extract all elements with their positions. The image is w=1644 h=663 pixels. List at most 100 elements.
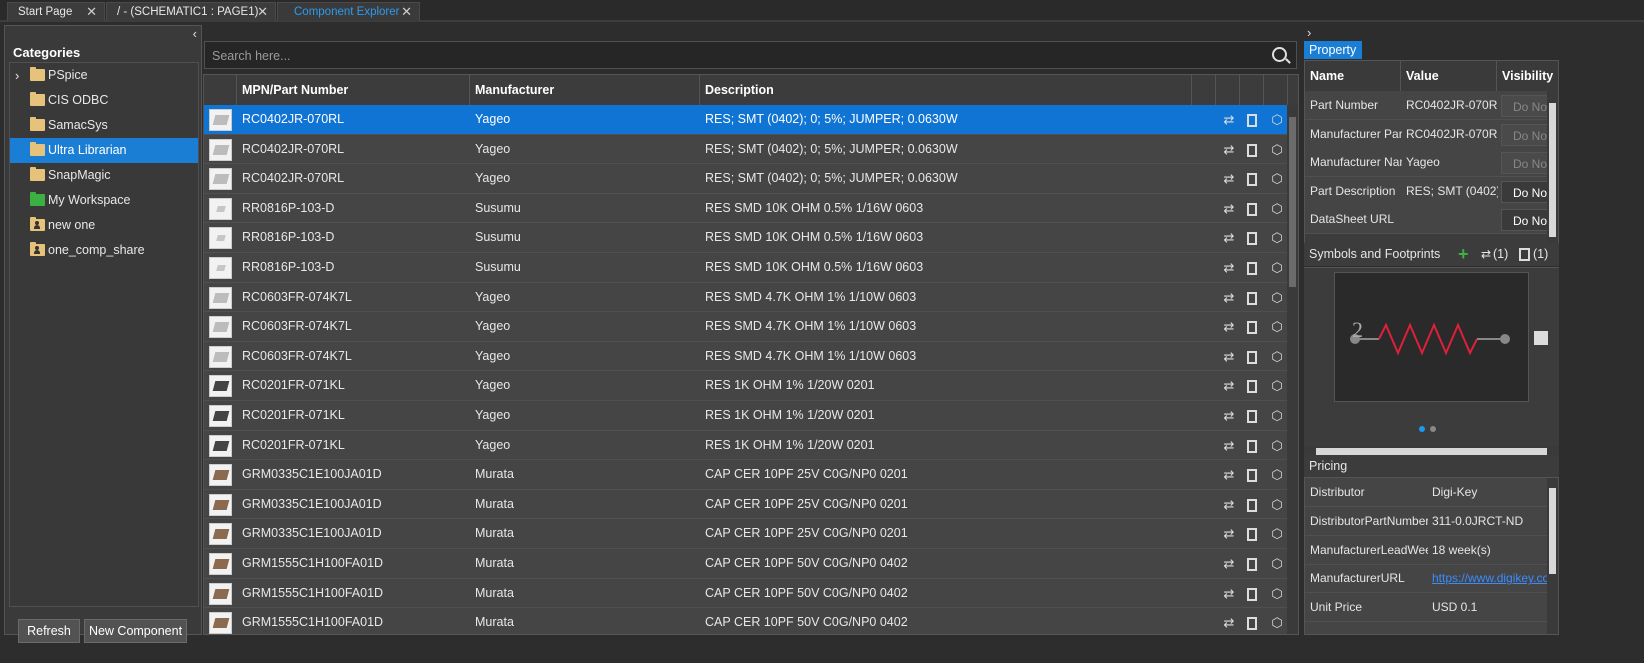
symbol-icon[interactable]: ⇄: [1222, 616, 1236, 630]
category-cis-odbc[interactable]: CIS ODBC: [10, 88, 198, 113]
3d-model-icon[interactable]: ⬡: [1270, 586, 1284, 601]
footprint-icon[interactable]: [1247, 380, 1257, 394]
manufacturer-url-link[interactable]: https://www.digikey.com: [1432, 564, 1547, 593]
property-value[interactable]: RC0402JR-070RL: [1406, 120, 1498, 149]
category-my-workspace[interactable]: My Workspace: [10, 188, 198, 213]
symbol-icon[interactable]: ⇄: [1222, 349, 1236, 364]
footprint-icon[interactable]: [1247, 291, 1257, 305]
symbol-icon[interactable]: ⇄: [1481, 243, 1491, 266]
footprint-icon[interactable]: [1247, 143, 1257, 157]
table-row[interactable]: RC0402JR-070RL Yageo RES; SMT (0402); 0; 5…: [204, 164, 1288, 194]
3d-model-icon[interactable]: ⬡: [1270, 142, 1284, 157]
symbol-icon[interactable]: ⇄: [1222, 290, 1236, 305]
3d-model-icon[interactable]: ⬡: [1270, 231, 1284, 245]
table-row[interactable]: RC0201FR-071KL Yageo RES 1K OHM 1% 1/20W 0…: [204, 430, 1288, 461]
property-row[interactable]: Manufacturer NameYageoDo Not Display: [1305, 148, 1558, 177]
table-row[interactable]: GRM1555C1H100FA01D Murata CAP CER 10PF 50V…: [204, 548, 1288, 579]
property-value[interactable]: Yageo: [1406, 148, 1498, 177]
table-row[interactable]: RC0603FR-074K7L Yageo RES SMD 4.7K OHM 1% …: [204, 312, 1288, 342]
property-row[interactable]: Manufacturer Part NumberRC0402JR-070RLDo…: [1305, 119, 1558, 149]
category-ultra-librarian[interactable]: Ultra Librarian: [10, 138, 198, 163]
carousel-dot-active[interactable]: [1419, 426, 1425, 432]
footprint-icon[interactable]: [1247, 232, 1257, 246]
3d-model-icon[interactable]: ⬡: [1270, 497, 1284, 512]
column-header-value[interactable]: Value: [1401, 61, 1497, 91]
category-one-comp-share[interactable]: one_comp_share: [10, 238, 198, 263]
tab-schematic[interactable]: / - (SCHEMATIC1 : PAGE1) ✕: [106, 2, 276, 21]
3d-model-icon[interactable]: ⬡: [1270, 556, 1284, 571]
table-scrollbar[interactable]: [1287, 105, 1298, 634]
property-scrollbar[interactable]: [1547, 91, 1558, 249]
close-icon[interactable]: ✕: [401, 4, 412, 20]
pricing-scrollbar[interactable]: [1547, 478, 1558, 634]
property-row[interactable]: Part Description RES; SMT (0402); 0; 5%; …: [1305, 176, 1558, 206]
symbol-icon[interactable]: ⇄: [1222, 379, 1236, 393]
property-row[interactable]: DataSheet URLDo Not Display: [1305, 205, 1558, 234]
table-row[interactable]: GRM0335C1E100JA01D Murata CAP CER 10PF 25V…: [204, 519, 1288, 549]
table-row[interactable]: RR0816P-103-D Susumu RES SMD 10K OHM 0.5% …: [204, 193, 1288, 224]
3d-model-icon[interactable]: ⬡: [1270, 616, 1284, 630]
symbol-icon[interactable]: ⇄: [1222, 260, 1236, 275]
table-row[interactable]: GRM1555C1H100FA01D Murata CAP CER 10PF 50V…: [204, 578, 1288, 609]
table-row[interactable]: RC0201FR-071KL Yageo RES 1K OHM 1% 1/20W 0…: [204, 371, 1288, 401]
symbol-icon[interactable]: ⇄: [1222, 231, 1236, 245]
footprint-icon[interactable]: [1247, 409, 1257, 423]
symbol-icon[interactable]: ⇄: [1222, 172, 1236, 186]
carousel-dot[interactable]: [1430, 426, 1436, 432]
symbol-icon[interactable]: ⇄: [1222, 201, 1236, 216]
footprint-icon[interactable]: [1247, 114, 1257, 127]
symbol-icon[interactable]: ⇄: [1222, 113, 1236, 127]
symbol-icon[interactable]: ⇄: [1222, 438, 1236, 453]
3d-model-icon[interactable]: ⬡: [1270, 349, 1284, 364]
footprint-icon[interactable]: [1247, 261, 1257, 275]
table-row[interactable]: RC0402JR-070RL Yageo RES; SMT (0402); 0; 5…: [204, 105, 1288, 135]
table-row[interactable]: RR0816P-103-D Susumu RES SMD 10K OHM 0.5% …: [204, 252, 1288, 283]
category-new-one[interactable]: new one: [10, 213, 198, 238]
table-row[interactable]: RC0603FR-074K7L Yageo RES SMD 4.7K OHM 1% …: [204, 341, 1288, 372]
symbol-icon[interactable]: ⇄: [1222, 320, 1236, 334]
column-header-name[interactable]: Name: [1305, 61, 1401, 91]
3d-model-icon[interactable]: ⬡: [1270, 320, 1284, 334]
table-row[interactable]: GRM0335C1E100JA01D Murata CAP CER 10PF 25V…: [204, 460, 1288, 490]
symbol-icon[interactable]: ⇄: [1222, 468, 1236, 482]
3d-model-icon[interactable]: ⬡: [1270, 527, 1284, 541]
footprint-icon[interactable]: [1519, 248, 1530, 261]
symbol-icon[interactable]: ⇄: [1222, 408, 1236, 423]
footprint-icon[interactable]: [1247, 202, 1257, 216]
footprint-icon[interactable]: [1247, 557, 1257, 571]
table-row[interactable]: GRM0335C1E100JA01D Murata CAP CER 10PF 25V…: [204, 489, 1288, 520]
collapse-left-icon[interactable]: ‹: [193, 26, 197, 41]
new-component-button[interactable]: New Component: [84, 619, 187, 643]
column-header-manufacturer[interactable]: Manufacturer: [470, 75, 700, 105]
close-icon[interactable]: ✕: [257, 4, 268, 20]
footprint-icon[interactable]: [1247, 350, 1257, 364]
property-value[interactable]: RES; SMT (0402); 0; 5%; JUMPER; 0.0630W: [1406, 177, 1498, 206]
column-header-mpn[interactable]: MPN/Part Number: [237, 75, 470, 105]
footprint-icon[interactable]: [1247, 528, 1257, 542]
tab-start-page[interactable]: Start Page ✕: [7, 2, 105, 21]
table-row[interactable]: RC0402JR-070RL Yageo RES; SMT (0402); 0; 5…: [204, 134, 1288, 165]
column-header-visibility[interactable]: Visibility: [1497, 61, 1558, 91]
table-row[interactable]: GRM1555C1H100FA01D Murata CAP CER 10PF 50V…: [204, 608, 1288, 634]
category-snapmagic[interactable]: SnapMagic: [10, 163, 198, 188]
search-icon[interactable]: [1272, 47, 1287, 62]
search-input[interactable]: [212, 47, 1252, 65]
symbol-icon[interactable]: ⇄: [1222, 497, 1236, 512]
3d-model-icon[interactable]: ⬡: [1270, 379, 1284, 393]
column-header-description[interactable]: Description: [700, 75, 1192, 105]
3d-model-icon[interactable]: ⬡: [1270, 290, 1284, 305]
tab-component-explorer[interactable]: Component Explorer ✕: [277, 2, 420, 21]
3d-model-icon[interactable]: ⬡: [1270, 172, 1284, 186]
symbol-icon[interactable]: ⇄: [1222, 527, 1236, 541]
category-pspice[interactable]: › PSpice: [10, 63, 198, 88]
footprint-icon[interactable]: [1247, 617, 1257, 631]
collapse-right-icon[interactable]: ›: [1307, 25, 1311, 40]
footprint-icon[interactable]: [1247, 469, 1257, 483]
tab-property[interactable]: Property: [1304, 41, 1362, 59]
3d-model-icon[interactable]: ⬡: [1270, 260, 1284, 275]
3d-model-icon[interactable]: ⬡: [1270, 438, 1284, 453]
property-value[interactable]: RC0402JR-070RL: [1406, 91, 1498, 120]
footprint-icon[interactable]: [1247, 439, 1257, 453]
symbol-icon[interactable]: ⇄: [1222, 142, 1236, 157]
table-row[interactable]: RC0201FR-071KL Yageo RES 1K OHM 1% 1/20W 0…: [204, 400, 1288, 431]
